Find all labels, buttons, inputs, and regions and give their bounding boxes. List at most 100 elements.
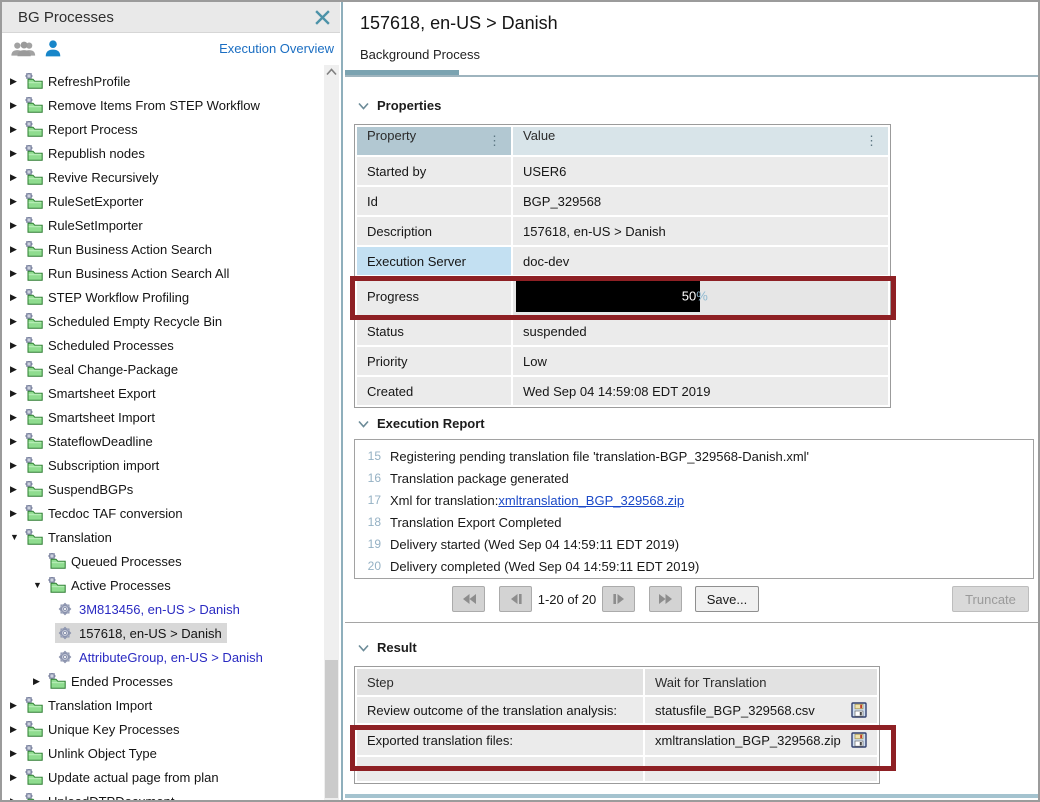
tree-item[interactable]: ▶ Unique Key Processes [2, 717, 324, 741]
save-file-icon[interactable] [851, 732, 867, 748]
table-row[interactable]: Status suspended [357, 317, 888, 345]
expander-collapsed-icon[interactable]: ▶ [10, 93, 23, 117]
expander-collapsed-icon[interactable]: ▶ [10, 501, 23, 525]
tree-item[interactable]: ▼ Active Processes [2, 573, 324, 597]
tree-item[interactable]: ▶ Smartsheet Import [2, 405, 324, 429]
section-result-header[interactable]: Result [358, 640, 417, 655]
chevron-down-icon[interactable] [358, 644, 369, 652]
expander-collapsed-icon[interactable]: ▶ [10, 165, 23, 189]
expander-collapsed-icon[interactable]: ▶ [10, 117, 23, 141]
column-menu-icon[interactable]: ⋮ [488, 128, 501, 154]
tree-item[interactable]: ▶ SuspendBGPs [2, 477, 324, 501]
section-execution-report-header[interactable]: Execution Report [358, 416, 485, 431]
column-menu-icon[interactable]: ⋮ [865, 128, 878, 154]
expander-collapsed-icon[interactable]: ▶ [10, 141, 23, 165]
previous-page-button[interactable] [499, 586, 532, 612]
current-user-icon[interactable] [44, 39, 62, 58]
folder-gear-icon [25, 505, 43, 521]
table-row[interactable]: Description 157618, en-US > Danish [357, 217, 888, 245]
tree-item[interactable]: ▶ Tecdoc TAF conversion [2, 501, 324, 525]
all-users-icon[interactable] [10, 40, 38, 59]
tree-item[interactable]: ▶UploadDTPDocument [2, 789, 324, 800]
expander-collapsed-icon[interactable]: ▶ [10, 285, 23, 309]
tree-item[interactable]: ▶ Report Process [2, 117, 324, 141]
expander-collapsed-icon[interactable]: ▶ [10, 429, 23, 453]
expander-collapsed-icon[interactable]: ▶ [10, 741, 23, 765]
tab-background-process[interactable]: Background Process [360, 47, 480, 62]
expander-collapsed-icon[interactable]: ▶ [10, 69, 23, 93]
tree-item-process-selected[interactable]: 157618, en-US > Danish [2, 621, 324, 645]
expander-collapsed-icon[interactable]: ▶ [33, 669, 46, 693]
expander-expanded-icon[interactable]: ▼ [33, 573, 46, 597]
tree-item[interactable]: ▶ RefreshProfile [2, 69, 324, 93]
table-row[interactable]: Id BGP_329568 [357, 187, 888, 215]
tree-item[interactable]: ▶ RuleSetImporter [2, 213, 324, 237]
table-row-highlighted[interactable]: Execution Server doc-dev [357, 247, 888, 275]
tree-scrollbar[interactable] [324, 65, 339, 800]
table-row[interactable]: Priority Low [357, 347, 888, 375]
folder-gear-icon [25, 193, 43, 209]
expander-collapsed-icon[interactable]: ▶ [10, 717, 23, 741]
column-header-value[interactable]: Value ⋮ [513, 127, 888, 155]
tree-item[interactable]: ▶ Seal Change-Package [2, 357, 324, 381]
scrollbar-thumb[interactable] [325, 660, 338, 798]
next-page-button[interactable] [602, 586, 635, 612]
tree-item[interactable]: ▶ Republish nodes [2, 141, 324, 165]
column-header-property[interactable]: Property ⋮ [357, 127, 511, 155]
scroll-up-icon[interactable] [326, 68, 337, 76]
tree-item[interactable]: ▶ Smartsheet Export [2, 381, 324, 405]
tree-item[interactable]: Queued Processes [2, 549, 324, 573]
expander-collapsed-icon[interactable]: ▶ [10, 213, 23, 237]
execution-overview-link[interactable]: Execution Overview [219, 41, 334, 56]
chevron-down-icon[interactable] [358, 102, 369, 110]
expander-expanded-icon[interactable]: ▼ [10, 525, 23, 549]
tree-item[interactable]: ▶ Remove Items From STEP Workflow [2, 93, 324, 117]
column-header-step: Step [357, 669, 643, 695]
zip-download-link[interactable]: xmltranslation_BGP_329568.zip [498, 493, 684, 508]
tree-item[interactable]: ▶ Scheduled Processes [2, 333, 324, 357]
expander-collapsed-icon[interactable]: ▶ [10, 261, 23, 285]
expander-collapsed-icon[interactable]: ▶ [10, 381, 23, 405]
tree-item[interactable]: ▶ STEP Workflow Profiling [2, 285, 324, 309]
expander-collapsed-icon[interactable]: ▶ [10, 189, 23, 213]
tree-item[interactable]: ▼ Translation [2, 525, 324, 549]
tree-item[interactable]: ▶ Subscription import [2, 453, 324, 477]
tree-item[interactable]: ▶ StateflowDeadline [2, 429, 324, 453]
expander-collapsed-icon[interactable]: ▶ [10, 765, 23, 789]
expander-collapsed-icon[interactable]: ▶ [10, 453, 23, 477]
table-row[interactable]: Created Wed Sep 04 14:59:08 EDT 2019 [357, 377, 888, 405]
table-row[interactable]: Started by USER6 [357, 157, 888, 185]
process-tree: ▶ RefreshProfile ▶ Remove Items From STEP … [2, 69, 324, 800]
tree-item[interactable]: ▶ Translation Import [2, 693, 324, 717]
expander-collapsed-icon[interactable]: ▶ [10, 309, 23, 333]
tree-item[interactable]: ▶ Run Business Action Search All [2, 261, 324, 285]
progress-bar: 50% [513, 277, 888, 315]
chevron-down-icon[interactable] [358, 420, 369, 428]
tree-item[interactable]: ▶ Ended Processes [2, 669, 324, 693]
save-file-icon[interactable] [851, 702, 867, 718]
expander-collapsed-icon[interactable]: ▶ [10, 405, 23, 429]
save-button[interactable]: Save... [695, 586, 759, 612]
tree-item[interactable]: ▶ RuleSetExporter [2, 189, 324, 213]
bottom-accent-bar [345, 794, 1038, 798]
tree-item-process[interactable]: AttributeGroup, en-US > Danish [2, 645, 324, 669]
folder-gear-icon [25, 265, 43, 281]
tree-item[interactable]: ▶ Run Business Action Search [2, 237, 324, 261]
execution-report-log[interactable]: 15 Registering pending translation file '… [354, 439, 1034, 579]
expander-collapsed-icon[interactable]: ▶ [10, 237, 23, 261]
tree-item[interactable]: ▶ Unlink Object Type [2, 741, 324, 765]
expander-collapsed-icon[interactable]: ▶ [10, 693, 23, 717]
expander-collapsed-icon[interactable]: ▶ [10, 333, 23, 357]
expander-collapsed-icon[interactable]: ▶ [10, 477, 23, 501]
tree-item[interactable]: ▶ Scheduled Empty Recycle Bin [2, 309, 324, 333]
tree-item-process[interactable]: 3M813456, en-US > Danish [2, 597, 324, 621]
close-icon[interactable] [314, 9, 331, 26]
tree-item[interactable]: ▶ Update actual page from plan [2, 765, 324, 789]
last-page-button[interactable] [649, 586, 682, 612]
first-page-button[interactable] [452, 586, 485, 612]
tree-item[interactable]: ▶ Revive Recursively [2, 165, 324, 189]
table-row-progress[interactable]: Progress 50% [357, 277, 888, 315]
expander-collapsed-icon[interactable]: ▶ [10, 357, 23, 381]
expander-collapsed-icon[interactable]: ▶ [10, 789, 23, 800]
section-properties-header[interactable]: Properties [358, 98, 441, 113]
